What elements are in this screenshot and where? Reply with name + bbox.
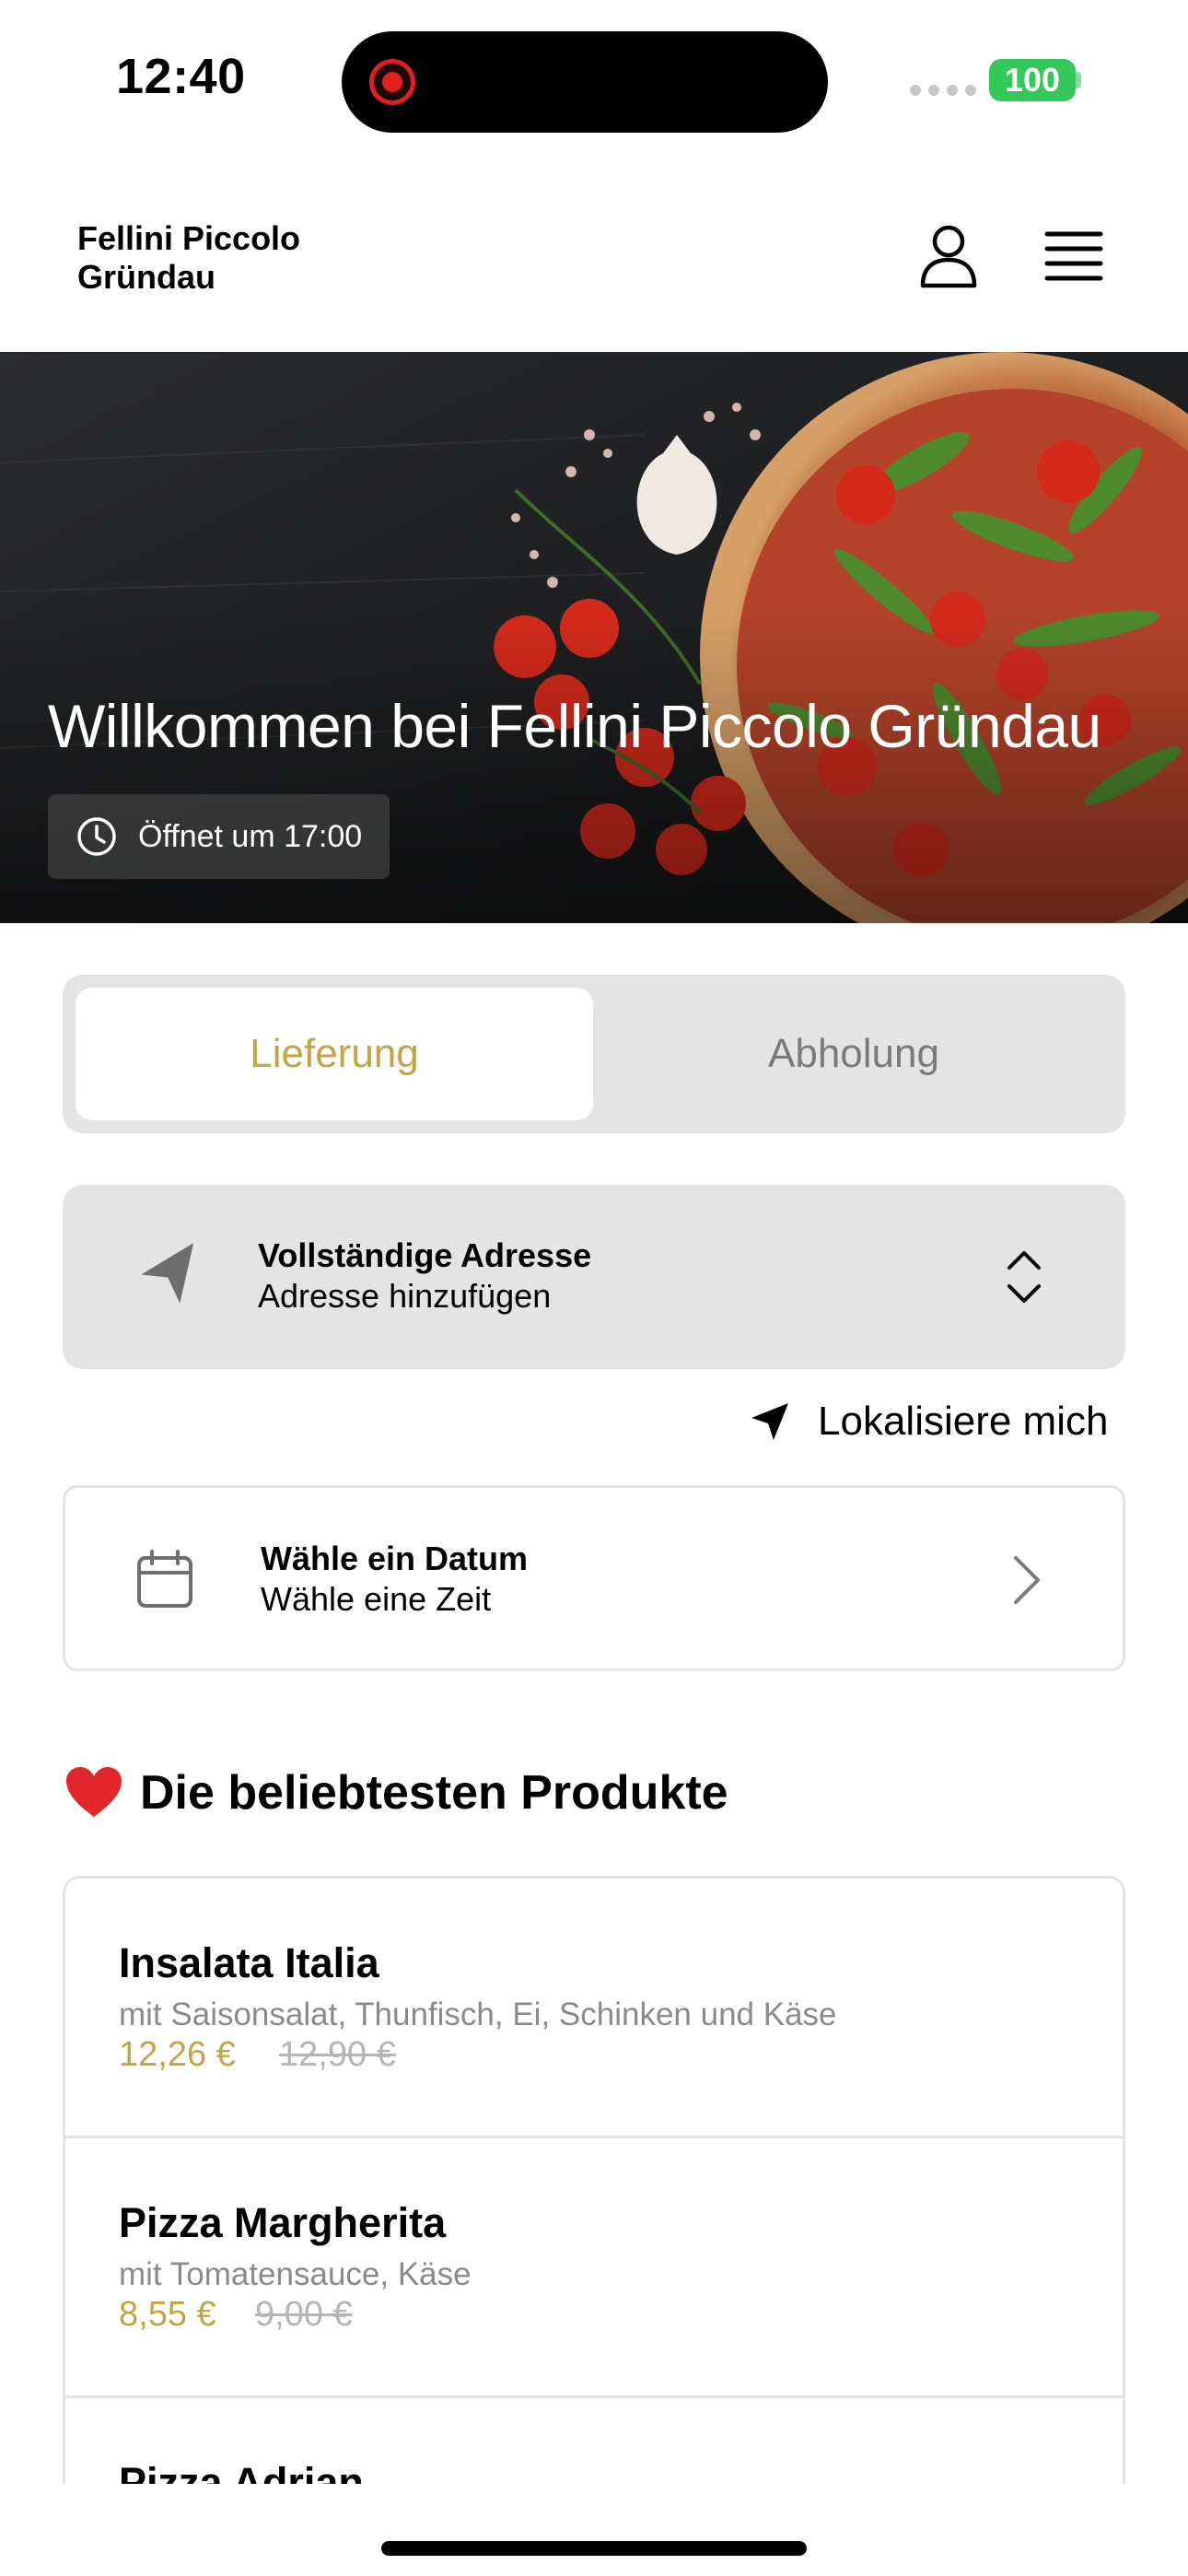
product-old-price: 12,90 € <box>279 2035 396 2074</box>
product-name: Insalata Italia <box>119 1939 379 1986</box>
product-old-price: 9,00 € <box>255 2295 353 2334</box>
date-time-selector[interactable]: Wähle ein Datum Wähle eine Zeit <box>63 1485 1125 1671</box>
brand-line-2: Gründau <box>77 258 215 296</box>
signal-icon <box>910 85 976 96</box>
address-title: Vollständige Adresse <box>258 1236 592 1274</box>
popular-heading-text: Die beliebtesten Produkte <box>140 1766 728 1820</box>
locate-me-button[interactable]: Lokalisiere mich <box>748 1399 1108 1445</box>
calendar-icon <box>137 1550 192 1608</box>
recording-indicator-icon <box>369 59 415 105</box>
product-card[interactable]: Pizza Margherita mit Tomatensauce, Käse … <box>65 2138 1123 2398</box>
tab-delivery[interactable]: Lieferung <box>76 988 593 1120</box>
app-header: Fellini Piccolo Gründau <box>0 157 1188 352</box>
restaurant-logo-text[interactable]: Fellini Piccolo Gründau <box>77 219 300 297</box>
product-price: 8,55 € <box>119 2295 216 2334</box>
battery-icon: 100 <box>989 59 1076 101</box>
chevron-up-down-icon <box>1007 1251 1041 1303</box>
home-indicator[interactable] <box>381 2541 807 2556</box>
order-mode-toggle: Lieferung Abholung <box>63 975 1125 1133</box>
status-bar: 12:40 100 <box>0 0 1188 157</box>
product-description: mit Tomatensauce, Käse <box>119 2256 472 2292</box>
tab-pickup[interactable]: Abholung <box>595 988 1112 1120</box>
app-screen: 12:40 100 Fellini Piccolo Gründau Willko… <box>0 0 1188 2576</box>
location-arrow-icon <box>751 1403 788 1440</box>
product-name: Pizza Margherita <box>119 2199 447 2246</box>
brand-line-1: Fellini Piccolo <box>77 219 301 257</box>
welcome-title: Willkommen bei Fellini Piccolo Gründau <box>48 692 1101 760</box>
battery-tip <box>1076 72 1081 88</box>
time-subtitle: Wähle eine Zeit <box>261 1580 492 1618</box>
opening-time-badge: Öffnet um 17:00 <box>48 794 390 879</box>
product-card[interactable]: Insalata Italia mit Saisonsalat, Thunfis… <box>65 1879 1123 2138</box>
product-name: Pizza Adrian <box>119 2459 364 2484</box>
heart-icon <box>66 1767 122 1817</box>
address-selector[interactable]: Vollständige Adresse Adresse hinzufügen <box>63 1185 1125 1369</box>
hero-banner: Willkommen bei Fellini Piccolo Gründau Ö… <box>0 352 1188 923</box>
date-title: Wähle ein Datum <box>261 1540 529 1577</box>
locate-me-label: Lokalisiere mich <box>818 1399 1109 1444</box>
menu-icon[interactable] <box>1044 230 1103 282</box>
product-list: Insalata Italia mit Saisonsalat, Thunfis… <box>63 1876 1125 2484</box>
product-description: mit Saisonsalat, Thunfisch, Ei, Schinken… <box>119 1996 837 2032</box>
dynamic-island <box>342 31 828 133</box>
product-price: 12,26 € <box>119 2035 236 2074</box>
status-time: 12:40 <box>116 49 246 104</box>
popular-products-heading: Die beliebtesten Produkte <box>64 1765 728 1821</box>
chevron-right-icon <box>1014 1556 1040 1604</box>
clock-icon <box>77 817 116 856</box>
product-card[interactable]: Pizza Adrian <box>65 2398 1123 2484</box>
address-subtitle: Adresse hinzufügen <box>258 1277 552 1315</box>
user-icon[interactable] <box>917 223 980 289</box>
navigation-arrow-icon <box>141 1243 194 1304</box>
opening-time-label: Öffnet um 17:00 <box>138 818 363 854</box>
